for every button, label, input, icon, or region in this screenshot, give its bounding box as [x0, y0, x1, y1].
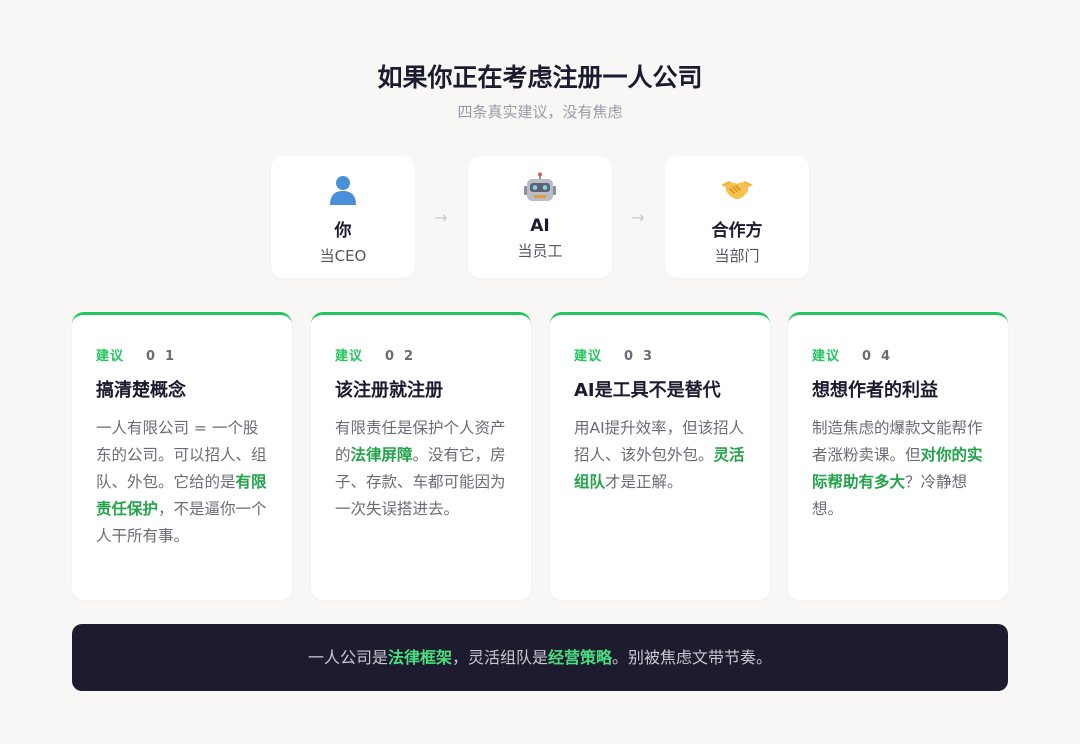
card-number: 02 — [385, 349, 424, 364]
role-flow: 你 当CEO → AI 当员工 → 合作方 当部门 — [271, 156, 809, 278]
advice-card-1: 建议 01 搞清楚概念 一人有限公司 = 一个股东的公司。可以招人、组队、外包。它… — [72, 312, 292, 600]
card-number: 01 — [146, 349, 185, 364]
advice-card-2: 建议 02 该注册就注册 有限责任是保护个人资产的法律屏障。没有它，房子、存款、车… — [311, 312, 531, 600]
role-desc: 当CEO — [319, 247, 367, 265]
highlight-text: 法律屏障 — [350, 446, 413, 464]
person-icon — [271, 172, 415, 206]
advice-cards: 建议 01 搞清楚概念 一人有限公司 = 一个股东的公司。可以招人、组队、外包。它… — [72, 312, 1008, 600]
highlight-text: 经营策略 — [548, 648, 613, 667]
card-text: 制造焦虑的爆款文能帮作者涨粉卖课。但对你的实际帮助有多大？冷静想想。 — [812, 415, 984, 523]
card-number: 03 — [624, 349, 663, 364]
role-card-you: 你 当CEO — [271, 156, 415, 278]
role-desc: 当员工 — [517, 242, 563, 260]
card-tag: 建议 — [335, 349, 364, 364]
card-title: 搞清楚概念 — [96, 380, 186, 401]
advice-card-3: 建议 03 AI是工具不是替代 用AI提升效率，但该招人招人、该外包外包。灵活组队… — [550, 312, 770, 600]
robot-icon — [468, 172, 612, 206]
role-card-partner: 合作方 当部门 — [665, 156, 809, 278]
card-number: 04 — [862, 349, 901, 364]
role-card-ai: AI 当员工 — [468, 156, 612, 278]
card-tag: 建议 — [96, 349, 125, 364]
page-title: 如果你正在考虑注册一人公司 — [377, 63, 703, 92]
text-segment: 。别被焦虑文带节奏。 — [612, 648, 773, 667]
handshake-icon — [665, 172, 809, 206]
page: 如果你正在考虑注册一人公司 四条真实建议，没有焦虑 你 当CEO → AI 当员… — [0, 0, 1080, 744]
card-text: 用AI提升效率，但该招人招人、该外包外包。灵活组队才是正解。 — [574, 415, 746, 496]
text-segment: 一人公司是 — [307, 648, 388, 667]
role-desc: 当部门 — [714, 247, 760, 265]
card-tag: 建议 — [812, 349, 841, 364]
card-tag: 建议 — [574, 349, 603, 364]
card-title: 想想作者的利益 — [812, 380, 938, 401]
summary-banner: 一人公司是法律框架，灵活组队是经营策略。别被焦虑文带节奏。 — [72, 624, 1008, 691]
page-subtitle: 四条真实建议，没有焦虑 — [457, 103, 623, 121]
arrow-right-icon: → — [434, 208, 448, 227]
advice-card-4: 建议 04 想想作者的利益 制造焦虑的爆款文能帮作者涨粉卖课。但对你的实际帮助有多… — [788, 312, 1008, 600]
text-segment: 才是正解。 — [605, 473, 683, 491]
card-text: 一人有限公司 = 一个股东的公司。可以招人、组队、外包。它给的是有限责任保护，不… — [96, 415, 268, 550]
card-title: AI是工具不是替代 — [574, 380, 721, 401]
text-segment: ，灵活组队是 — [451, 648, 548, 667]
role-name: 合作方 — [711, 221, 763, 241]
role-name: 你 — [334, 221, 352, 241]
highlight-text: 法律框架 — [387, 648, 452, 667]
card-title: 该注册就注册 — [335, 380, 443, 401]
arrow-right-icon: → — [631, 208, 645, 227]
role-name: AI — [530, 216, 550, 236]
card-text: 有限责任是保护个人资产的法律屏障。没有它，房子、存款、车都可能因为一次失误搭进去… — [335, 415, 507, 523]
